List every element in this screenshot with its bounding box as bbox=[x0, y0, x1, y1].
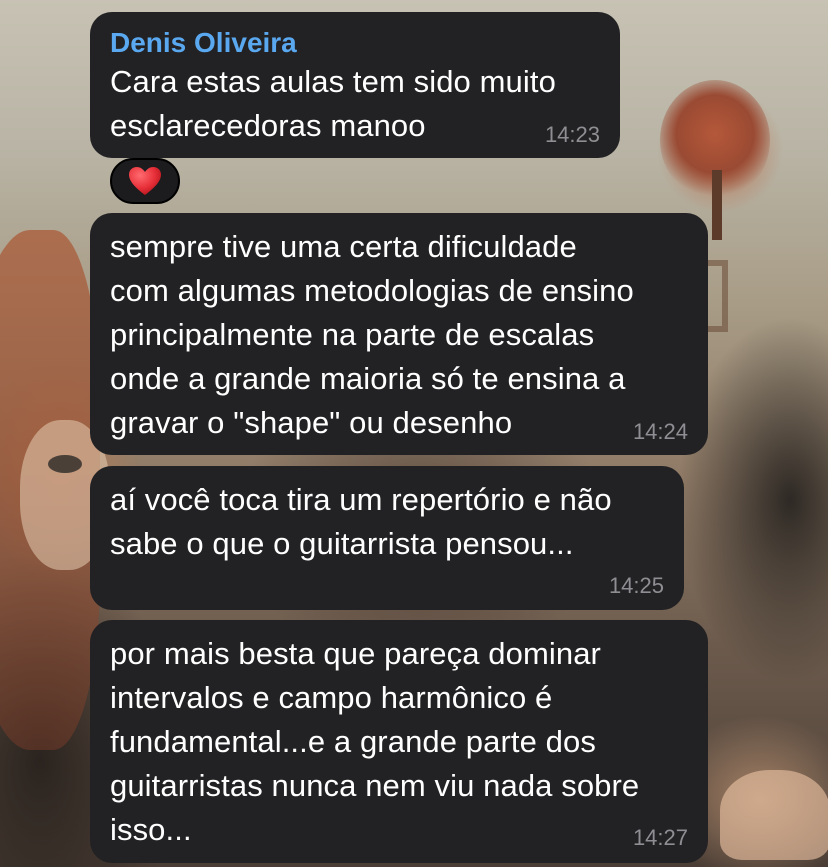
message-time: 14:24 bbox=[632, 419, 688, 444]
message-time: 14:23 bbox=[544, 122, 600, 147]
message-bubble-2[interactable]: sempre tive uma certa dificuldade com al… bbox=[90, 213, 708, 455]
message-text: aí você toca tira um repertório e não sa… bbox=[110, 482, 612, 561]
message-text: Cara estas aulas tem sido muito esclarec… bbox=[110, 64, 556, 143]
message-list: Denis Oliveira Cara estas aulas tem sido… bbox=[0, 0, 828, 867]
message-time: 14:27 bbox=[632, 825, 688, 850]
heart-emoji-icon bbox=[129, 167, 161, 195]
message-text: por mais besta que pareça dominar interv… bbox=[110, 636, 640, 847]
message-bubble-1[interactable]: Denis Oliveira Cara estas aulas tem sido… bbox=[90, 12, 620, 158]
message-time: 14:25 bbox=[608, 573, 664, 598]
message-bubble-3[interactable]: aí você toca tira um repertório e não sa… bbox=[90, 466, 684, 610]
sender-name[interactable]: Denis Oliveira bbox=[110, 26, 600, 60]
reaction-badge[interactable] bbox=[110, 158, 180, 204]
message-text: sempre tive uma certa dificuldade com al… bbox=[110, 229, 634, 440]
message-bubble-4[interactable]: por mais besta que pareça dominar interv… bbox=[90, 620, 708, 863]
